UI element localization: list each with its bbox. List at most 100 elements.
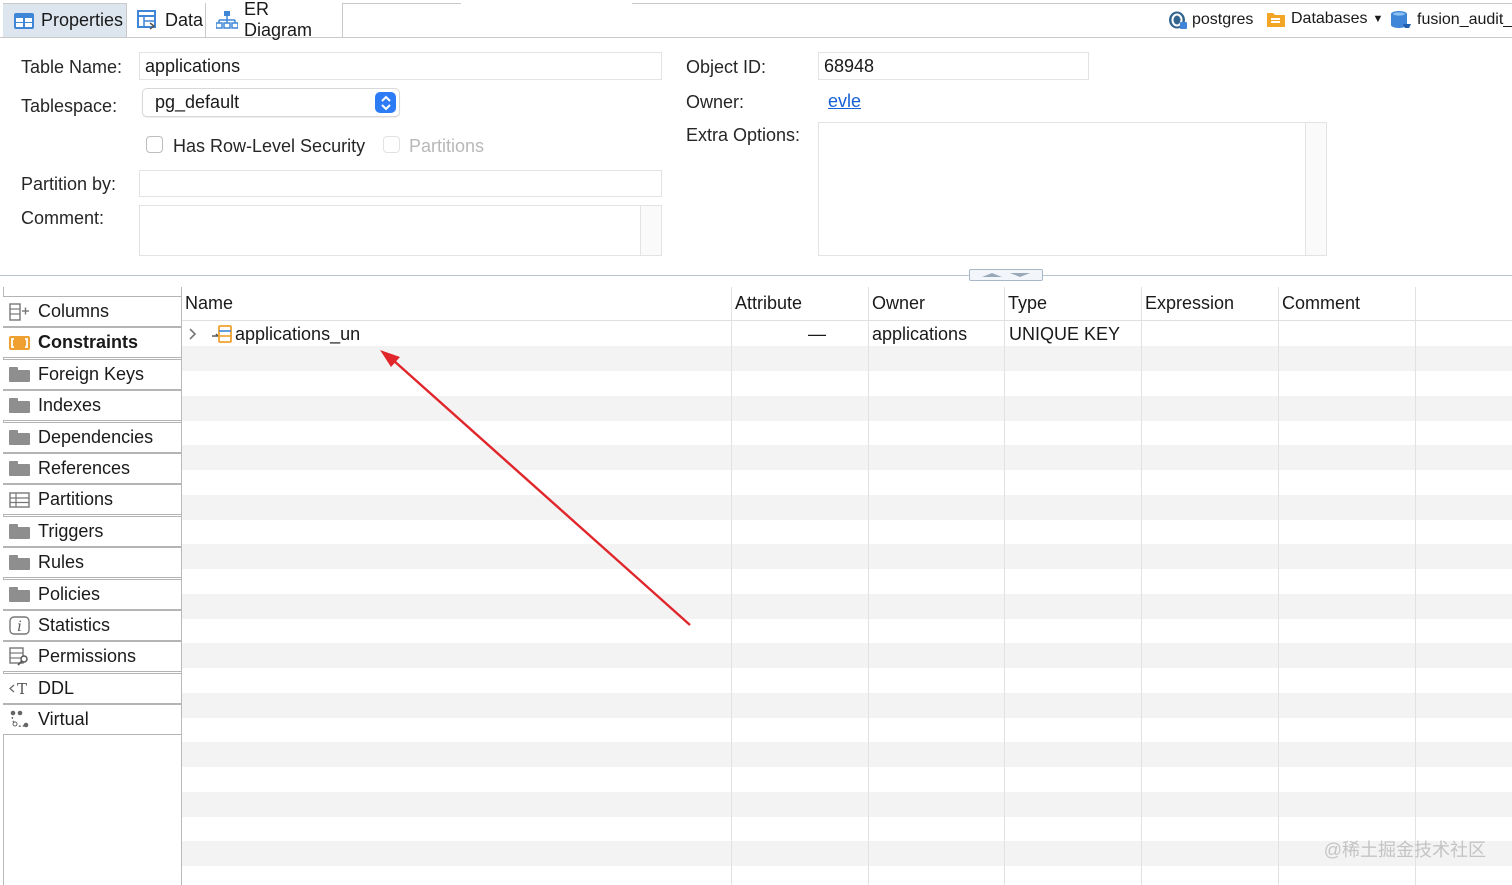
column-header-expression[interactable]: Expression xyxy=(1142,287,1278,320)
expand-chevron-icon[interactable] xyxy=(188,320,202,348)
tab-strip-edge xyxy=(343,0,461,4)
nav-item-label: Constraints xyxy=(38,332,139,352)
permissions-icon xyxy=(9,647,31,666)
tab-properties[interactable]: Properties xyxy=(3,3,127,37)
tab-data[interactable]: Data xyxy=(127,3,206,37)
row-stripe xyxy=(182,693,1512,718)
folder-icon xyxy=(9,555,31,570)
nav-item-label: Dependencies xyxy=(38,427,154,447)
row-level-security-label: Has Row-Level Security xyxy=(173,136,366,156)
column-header-attribute[interactable]: Attribute xyxy=(732,287,868,320)
properties-table-icon xyxy=(14,12,34,29)
column-header-comment[interactable]: Comment xyxy=(1279,287,1415,320)
row-stripe xyxy=(182,396,1512,421)
data-grid-icon xyxy=(137,10,156,30)
columns-icon xyxy=(9,302,31,321)
nav-item-label: Indexes xyxy=(38,395,102,415)
nav-item-dependencies[interactable]: Dependencies xyxy=(3,422,181,453)
row-stripe xyxy=(182,841,1512,866)
nav-item-label: Triggers xyxy=(38,521,104,541)
column-divider xyxy=(1415,287,1416,885)
partitions-icon xyxy=(9,491,31,508)
nav-item-columns[interactable]: Columns xyxy=(3,296,181,327)
folder-icon xyxy=(9,398,31,413)
select-stepper-icon xyxy=(375,92,396,113)
column-divider xyxy=(868,287,869,885)
folder-icon xyxy=(9,461,31,476)
tab-label: Properties xyxy=(41,10,124,30)
column-divider xyxy=(1141,287,1142,885)
nav-item-label: References xyxy=(38,458,131,478)
row-stripe xyxy=(182,544,1512,569)
tablespace-select[interactable]: pg_default xyxy=(142,88,400,117)
comment-scrollbar[interactable] xyxy=(640,206,661,255)
chevron-down-icon: ▼ xyxy=(1372,13,1384,25)
ddl-icon: T xyxy=(9,680,31,697)
tab-strip-edge xyxy=(632,0,1512,4)
extra-options-scrollbar[interactable] xyxy=(1305,123,1326,255)
tab-er-diagram[interactable]: ER Diagram xyxy=(206,0,343,40)
database-cylinder-icon xyxy=(1391,11,1411,28)
column-divider xyxy=(731,287,732,885)
er-diagram-icon xyxy=(216,11,238,29)
nav-item-partitions[interactable]: Partitions xyxy=(3,484,181,515)
object-id-label: Object ID: xyxy=(686,57,767,77)
tablespace-label: Tablespace: xyxy=(21,96,118,116)
column-divider xyxy=(1278,287,1279,885)
folder-icon xyxy=(9,587,31,602)
partition-by-label: Partition by: xyxy=(21,174,117,194)
nav-item-ddl[interactable]: T DDL xyxy=(3,673,181,704)
connection-selector[interactable]: postgres xyxy=(1167,10,1253,30)
connection-name: postgres xyxy=(1192,11,1254,28)
nav-item-permissions[interactable]: Permissions xyxy=(3,641,181,672)
splitter-grip[interactable] xyxy=(969,269,1043,281)
constraints-icon xyxy=(9,335,31,351)
databases-folder-icon xyxy=(1267,13,1285,27)
folder-icon xyxy=(9,524,31,539)
databases-dropdown[interactable]: Databases ▼ xyxy=(1266,10,1383,28)
nav-item-indexes[interactable]: Indexes xyxy=(3,390,181,421)
table-name-input[interactable]: applications xyxy=(139,52,662,80)
object-id-field[interactable]: 68948 xyxy=(818,52,1089,80)
postgres-elephant-icon xyxy=(1169,11,1187,29)
owner-link[interactable]: evle xyxy=(828,91,861,112)
info-icon: i xyxy=(9,616,31,635)
comment-label: Comment: xyxy=(21,208,105,228)
nav-item-label: Policies xyxy=(38,584,101,604)
partition-by-input[interactable] xyxy=(139,170,662,197)
row-stripe xyxy=(182,346,1512,371)
nav-item-statistics[interactable]: i Statistics xyxy=(3,610,181,641)
table-name-label: Table Name: xyxy=(21,57,123,77)
column-header-type[interactable]: Type xyxy=(1005,287,1141,320)
nav-item-label: Partitions xyxy=(38,489,114,509)
extra-options-textarea[interactable] xyxy=(818,122,1327,256)
nav-item-virtual[interactable]: Virtual xyxy=(3,704,181,735)
row-stripe xyxy=(182,594,1512,619)
nav-item-policies[interactable]: Policies xyxy=(3,579,181,610)
nav-item-label: DDL xyxy=(38,678,75,698)
partitions-checkbox[interactable] xyxy=(383,136,400,153)
folder-icon xyxy=(9,430,31,445)
nav-item-constraints[interactable]: Constraints xyxy=(3,327,181,358)
panel-splitter[interactable] xyxy=(0,275,1512,276)
nav-item-label: Statistics xyxy=(38,615,111,635)
editor-tab-strip: Properties Data ER Diagram postgres Data… xyxy=(0,0,1512,40)
comment-textarea[interactable] xyxy=(139,205,662,256)
collapse-arrows-icon xyxy=(982,273,1030,277)
row-stripe xyxy=(182,495,1512,520)
row-level-security-checkbox[interactable] xyxy=(146,136,163,153)
column-header-owner[interactable]: Owner xyxy=(869,287,1004,320)
column-header-name[interactable]: Name xyxy=(182,287,731,320)
virtual-icon xyxy=(9,710,31,729)
nav-item-label: Virtual xyxy=(38,709,89,729)
nav-item-references[interactable]: References xyxy=(3,453,181,484)
nav-item-foreign-keys[interactable]: Foreign Keys xyxy=(3,359,181,390)
schema-selector[interactable]: fusion_audit_ xyxy=(1390,10,1512,30)
row-stripe xyxy=(182,445,1512,470)
constraint-type: UNIQUE KEY xyxy=(1009,323,1121,344)
svg-text:i: i xyxy=(17,619,21,635)
nav-item-rules[interactable]: Rules xyxy=(3,547,181,578)
watermark: @稀土掘金技术社区 xyxy=(1323,840,1486,860)
nav-item-triggers[interactable]: Triggers xyxy=(3,516,181,547)
databases-label: Databases xyxy=(1291,10,1368,27)
